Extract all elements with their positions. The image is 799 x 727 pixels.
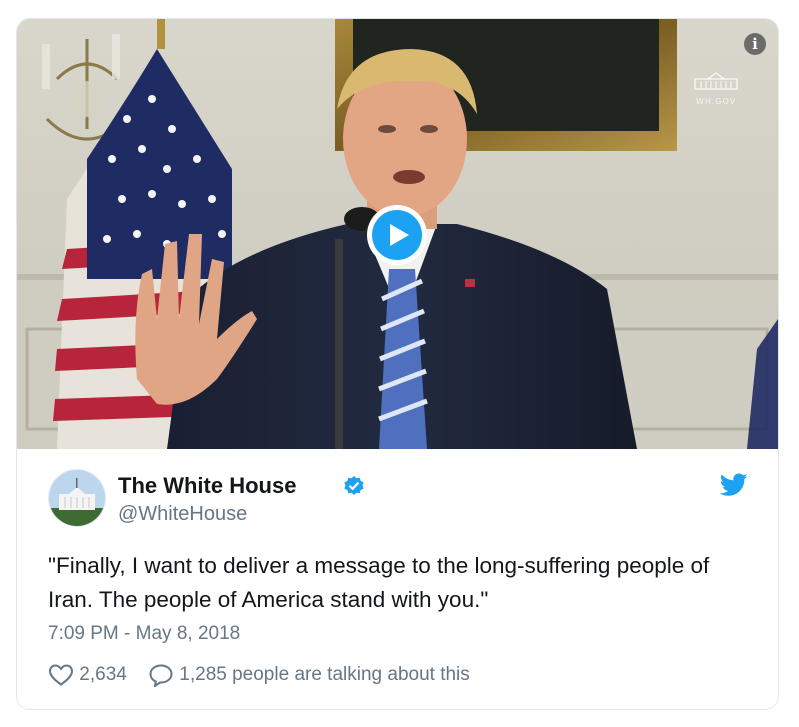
embedded-tweet-card: WH.GOV i The White House @WhiteHouse "Fi…	[16, 18, 779, 710]
speech-bubble-icon	[149, 664, 173, 689]
whitehouse-watermark: WH.GOV	[686, 71, 746, 106]
play-button[interactable]	[367, 205, 427, 265]
talking-count: 1,285 people are talking about this	[179, 664, 470, 685]
video-thumbnail[interactable]: WH.GOV i	[17, 19, 778, 449]
whitehouse-avatar-image	[49, 470, 105, 526]
tweet-actions: 2,634 1,285 people are talking about thi…	[48, 663, 748, 693]
twitter-bird-icon[interactable]	[720, 473, 748, 497]
play-icon	[372, 210, 422, 260]
tweet-header: The White House @WhiteHouse	[48, 469, 748, 529]
whitehouse-building-icon	[694, 72, 738, 90]
like-button[interactable]: 2,634	[48, 663, 127, 687]
info-icon[interactable]: i	[744, 33, 766, 55]
heart-icon	[48, 664, 74, 686]
conversation-link[interactable]: 1,285 people are talking about this	[148, 663, 470, 689]
tweet-timestamp[interactable]: 7:09 PM - May 8, 2018	[48, 623, 240, 645]
verified-badge-icon	[344, 476, 364, 495]
watermark-text: WH.GOV	[695, 97, 737, 106]
author-name[interactable]: The White House	[118, 473, 296, 499]
tweet-text: "Finally, I want to deliver a message to…	[48, 553, 710, 612]
like-count: 2,634	[79, 664, 127, 685]
author-handle[interactable]: @WhiteHouse	[118, 503, 247, 526]
avatar[interactable]	[48, 469, 106, 527]
